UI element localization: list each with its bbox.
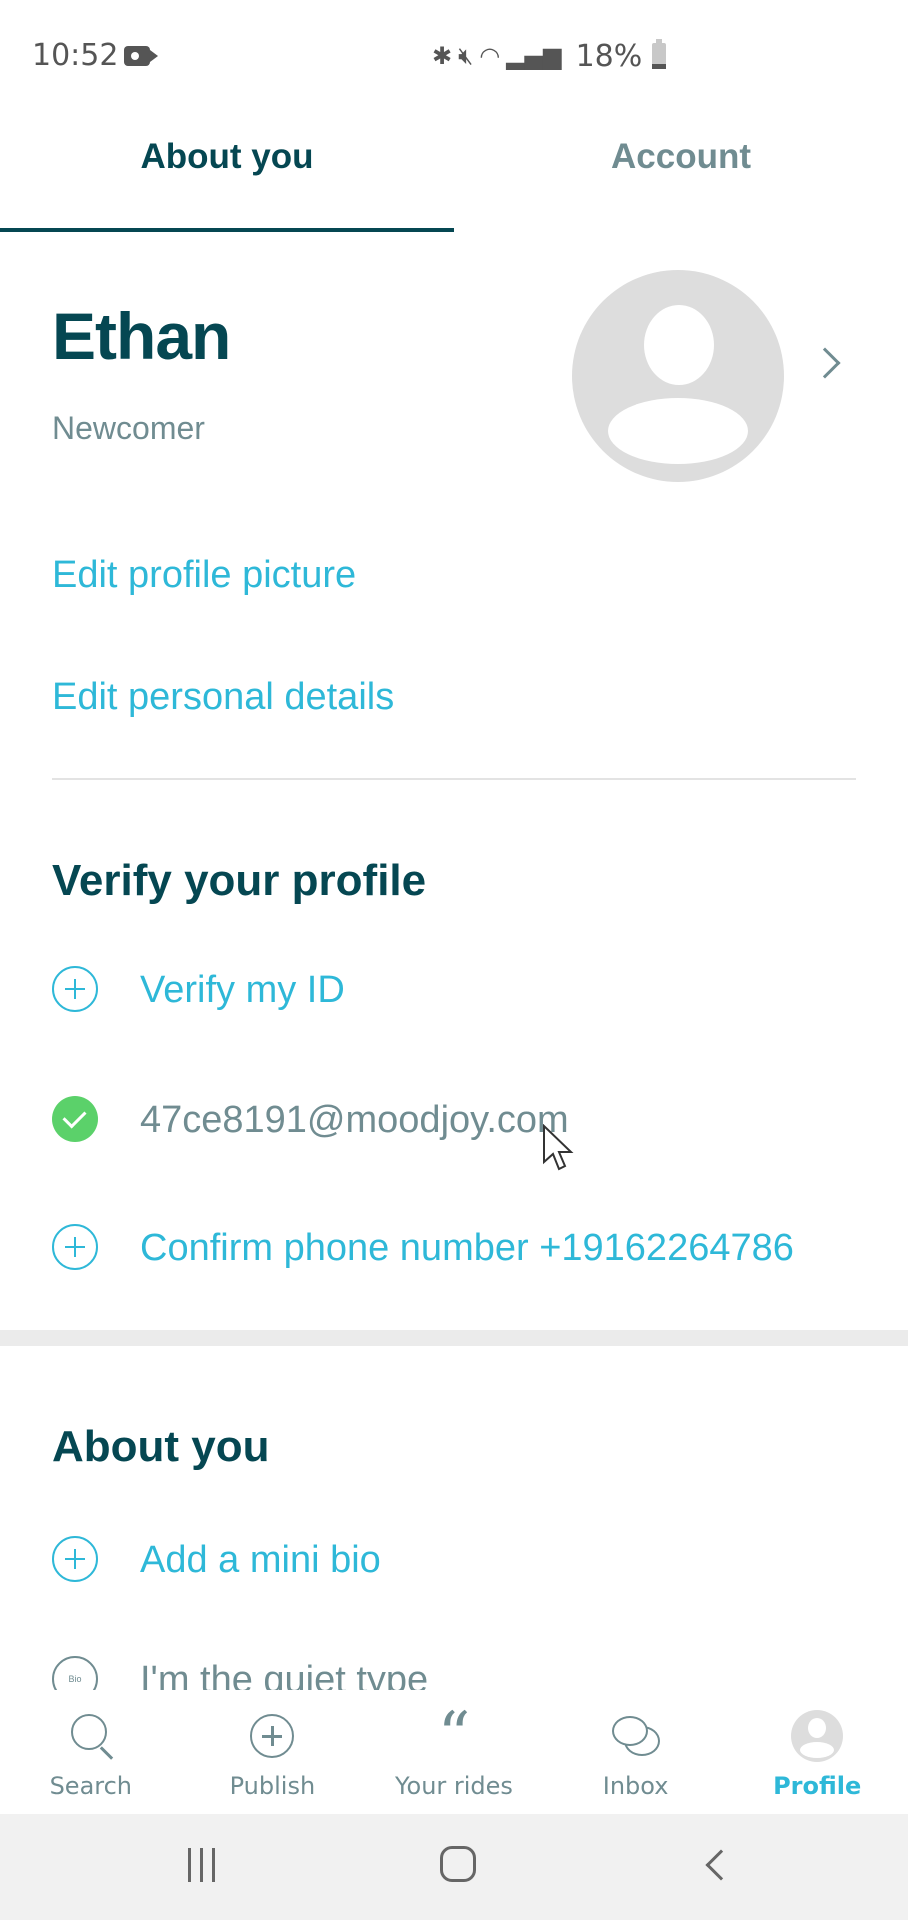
verify-id-item[interactable]: Verify my ID	[52, 966, 345, 1014]
section-separator	[0, 1330, 908, 1346]
confirm-phone-label: Confirm phone number +19162264786	[140, 1226, 794, 1269]
experience-level: Newcomer	[52, 410, 205, 446]
nav-profile-label: Profile	[773, 1772, 862, 1800]
battery-icon	[652, 39, 667, 69]
plus-circle-icon	[52, 1536, 98, 1582]
verified-email-item: 47ce8191@moodjoy.com	[52, 1096, 569, 1144]
verify-section-title: Verify your profile	[52, 856, 427, 905]
add-mini-bio-label: Add a mini bio	[140, 1538, 381, 1581]
nav-profile[interactable]: Profile	[726, 1690, 908, 1814]
nav-publish[interactable]: Publish	[182, 1690, 364, 1814]
mute-icon: 🔇︎	[458, 42, 474, 70]
home-icon[interactable]	[440, 1846, 476, 1882]
mouse-cursor-icon	[543, 1124, 574, 1171]
edit-profile-picture-link[interactable]: Edit profile picture	[52, 554, 356, 597]
quote-icon: “	[437, 1699, 471, 1773]
back-icon[interactable]	[705, 1849, 737, 1881]
edit-personal-details-link[interactable]: Edit personal details	[52, 676, 394, 719]
bluetooth-icon: ✱	[432, 42, 453, 70]
system-navigation-bar	[0, 1814, 908, 1920]
avatar-body-shape	[608, 398, 748, 464]
nav-your-rides[interactable]: “ Your rides	[363, 1690, 545, 1814]
nav-search-label: Search	[49, 1772, 133, 1800]
chat-bubbles-icon	[610, 1710, 662, 1762]
plus-circle-icon	[246, 1710, 298, 1762]
avatar-head-shape	[644, 305, 714, 385]
avatar[interactable]	[572, 270, 784, 482]
nav-inbox[interactable]: Inbox	[545, 1690, 727, 1814]
plus-circle-icon	[52, 966, 98, 1012]
add-mini-bio-item[interactable]: Add a mini bio	[52, 1536, 381, 1584]
check-circle-icon	[52, 1096, 98, 1142]
screen-record-icon	[124, 46, 158, 66]
profile-tabs: About you Account	[0, 110, 908, 234]
about-section-title: About you	[52, 1422, 270, 1471]
chevron-right-icon[interactable]	[809, 347, 841, 379]
wifi-icon: ◠	[479, 42, 501, 70]
status-icons: ✱ 🔇︎ ◠ ▂▄▆ 18%	[432, 38, 667, 74]
divider	[52, 778, 856, 780]
nav-publish-label: Publish	[229, 1772, 316, 1800]
nav-search[interactable]: Search	[0, 1690, 182, 1814]
verify-id-label: Verify my ID	[140, 968, 345, 1011]
search-icon	[65, 1710, 117, 1762]
bottom-navigation: Search Publish “ Your rides Inbox Profil…	[0, 1690, 908, 1814]
confirm-phone-item[interactable]: Confirm phone number +19162264786	[52, 1224, 794, 1272]
nav-inbox-label: Inbox	[602, 1772, 669, 1800]
status-time: 10:52	[32, 38, 119, 73]
signal-icon: ▂▄▆	[506, 42, 562, 70]
battery-percent: 18%	[575, 38, 643, 74]
recent-apps-icon[interactable]	[188, 1848, 218, 1882]
nav-your-rides-label: Your rides	[395, 1772, 513, 1800]
profile-avatar-icon	[791, 1710, 844, 1762]
verified-email-label: 47ce8191@moodjoy.com	[140, 1098, 569, 1141]
status-bar: 10:52 ✱ 🔇︎ ◠ ▂▄▆ 18%	[0, 0, 908, 110]
active-tab-indicator	[0, 228, 454, 232]
tab-account[interactable]: Account	[454, 110, 908, 234]
tab-about-you[interactable]: About you	[0, 110, 454, 234]
user-name: Ethan	[52, 299, 231, 373]
plus-circle-icon	[52, 1224, 98, 1270]
